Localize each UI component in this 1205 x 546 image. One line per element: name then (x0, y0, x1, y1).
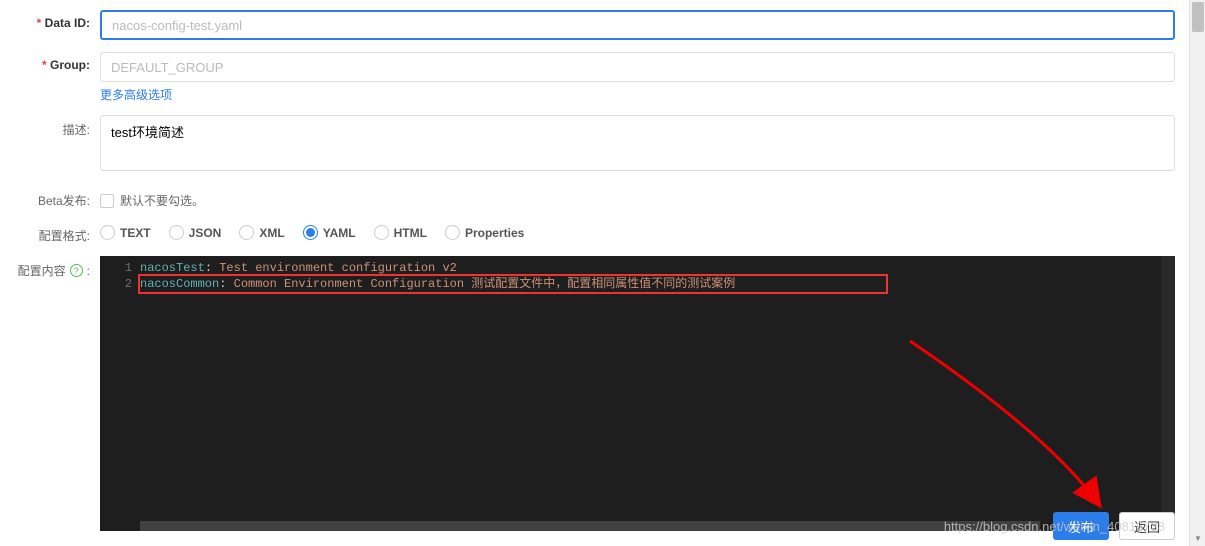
radio-label: XML (259, 226, 284, 240)
page-scrollbar[interactable]: ▲ ▼ (1189, 0, 1205, 546)
checkbox-beta[interactable] (100, 194, 114, 208)
radio-format-html[interactable]: HTML (374, 225, 427, 240)
radio-icon (169, 225, 184, 240)
input-group[interactable]: DEFAULT_GROUP (100, 52, 1175, 82)
radio-label: HTML (394, 226, 427, 240)
footer-actions: 发布 返回 (1053, 512, 1175, 540)
radio-icon (374, 225, 389, 240)
code-editor[interactable]: 12 nacosTest: Test environment configura… (100, 256, 1175, 531)
label-format: 配置格式: (10, 221, 100, 244)
radio-format-json[interactable]: JSON (169, 225, 222, 240)
radio-label: JSON (189, 226, 222, 240)
radio-icon (239, 225, 254, 240)
editor-scrollbar-vertical[interactable] (1161, 256, 1175, 531)
row-format: 配置格式: TEXT JSON XML YAML HTML Properties (10, 221, 1175, 244)
code-line: nacosTest: Test environment configuratio… (140, 260, 1159, 276)
textarea-description[interactable]: test环境简述 (100, 115, 1175, 171)
radio-icon (303, 225, 318, 240)
radio-label: TEXT (120, 226, 151, 240)
arrow-annotation (100, 256, 1175, 531)
row-content: 配置内容 ? : 12 nacosTest: Test environment … (10, 256, 1175, 531)
scrollbar-thumb[interactable] (1192, 2, 1204, 32)
config-form: Data ID: nacos-config-test.yaml Group: D… (0, 0, 1205, 531)
radio-format-text[interactable]: TEXT (100, 225, 151, 240)
radio-label: YAML (323, 226, 356, 240)
checkbox-beta-label: 默认不要勾选。 (120, 192, 204, 209)
label-data-id: Data ID: (10, 10, 100, 30)
row-data-id: Data ID: nacos-config-test.yaml (10, 10, 1175, 40)
line-number: 1 (100, 260, 132, 276)
radio-format-properties[interactable]: Properties (445, 225, 524, 240)
row-beta: Beta发布: 默认不要勾选。 (10, 186, 1175, 209)
row-description: 描述: test环境简述 (10, 115, 1175, 174)
radio-icon (445, 225, 460, 240)
code-line: nacosCommon: Common Environment Configur… (140, 276, 1159, 292)
radio-format-xml[interactable]: XML (239, 225, 284, 240)
label-description: 描述: (10, 115, 100, 138)
radio-label: Properties (465, 226, 524, 240)
scroll-down-icon[interactable]: ▼ (1190, 530, 1205, 546)
publish-button[interactable]: 发布 (1053, 512, 1109, 540)
help-icon[interactable]: ? (70, 264, 83, 277)
label-content: 配置内容 ? : (10, 256, 100, 279)
editor-gutter: 12 (100, 256, 138, 531)
label-beta: Beta发布: (10, 186, 100, 209)
editor-content[interactable]: nacosTest: Test environment configuratio… (140, 260, 1159, 292)
label-group: Group: (10, 52, 100, 72)
row-group: Group: DEFAULT_GROUP 更多高级选项 (10, 52, 1175, 103)
editor-scrollbar-horizontal[interactable] (140, 521, 1040, 531)
radio-group-format: TEXT JSON XML YAML HTML Properties (100, 221, 1175, 240)
input-data-id[interactable]: nacos-config-test.yaml (100, 10, 1175, 40)
back-button[interactable]: 返回 (1119, 512, 1175, 540)
radio-icon (100, 225, 115, 240)
line-number: 2 (100, 276, 132, 292)
advanced-options-link[interactable]: 更多高级选项 (100, 86, 172, 103)
radio-format-yaml[interactable]: YAML (303, 225, 356, 240)
